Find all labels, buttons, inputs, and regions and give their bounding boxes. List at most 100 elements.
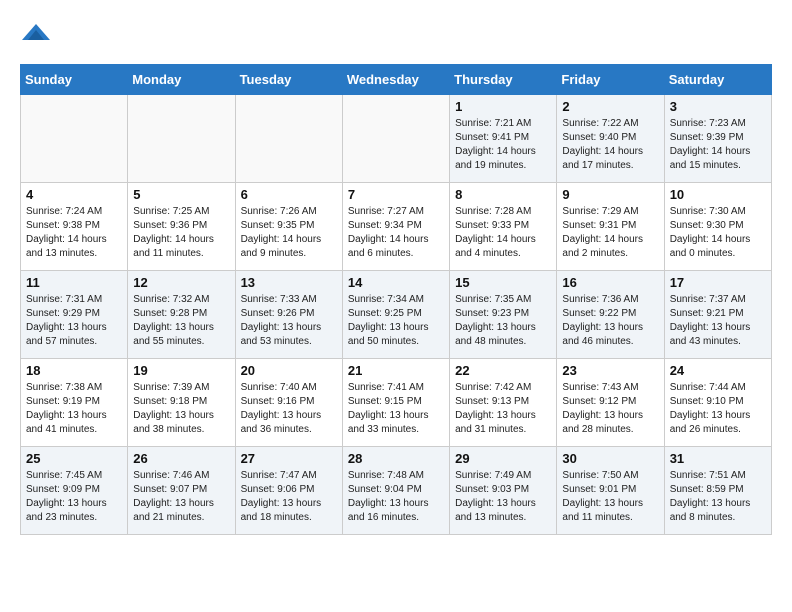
day-info: Sunrise: 7:41 AMSunset: 9:15 PMDaylight:…: [348, 381, 444, 437]
day-number: 16: [562, 275, 658, 290]
calendar-cell: [342, 95, 449, 183]
calendar-cell: 1 Sunrise: 7:21 AMSunset: 9:41 PMDaylight…: [450, 95, 557, 183]
weekday-header-tuesday: Tuesday: [235, 65, 342, 95]
calendar-cell: 24Sunrise: 7:44 AMSunset: 9:10 PMDayligh…: [664, 359, 771, 447]
calendar-cell: 27 Sunrise: 7:47 AMSunset: 9:06 PMDayligh…: [235, 447, 342, 535]
day-info: Sunrise: 7:21 AMSunset: 9:41 PMDaylight:…: [455, 117, 551, 173]
day-info: Sunrise: 7:29 AMSunset: 9:31 PMDaylight:…: [562, 205, 658, 261]
calendar-cell: 21 Sunrise: 7:41 AMSunset: 9:15 PMDayligh…: [342, 359, 449, 447]
weekday-header-row: SundayMondayTuesdayWednesdayThursdayFrid…: [21, 65, 772, 95]
weekday-header-wednesday: Wednesday: [342, 65, 449, 95]
calendar-cell: 25 Sunrise: 7:45 AMSunset: 9:09 PMDayligh…: [21, 447, 128, 535]
day-number: 19: [133, 363, 229, 378]
calendar-cell: 8 Sunrise: 7:28 AMSunset: 9:33 PMDaylight…: [450, 183, 557, 271]
day-number: 7: [348, 187, 444, 202]
calendar-cell: 26 Sunrise: 7:46 AMSunset: 9:07 PMDayligh…: [128, 447, 235, 535]
day-info: Sunrise: 7:22 AMSunset: 9:40 PMDaylight:…: [562, 117, 658, 173]
calendar-cell: 4Sunrise: 7:24 AMSunset: 9:38 PMDaylight…: [21, 183, 128, 271]
day-info: Sunrise: 7:45 AMSunset: 9:09 PMDaylight:…: [26, 469, 122, 525]
day-number: 5: [133, 187, 229, 202]
day-number: 26: [133, 451, 229, 466]
day-info: Sunrise: 7:50 AMSunset: 9:01 PMDaylight:…: [562, 469, 658, 525]
page-header: [20, 20, 772, 54]
day-info: Sunrise: 7:39 AMSunset: 9:18 PMDaylight:…: [133, 381, 229, 437]
day-number: 10: [670, 187, 766, 202]
day-number: 31: [670, 451, 766, 466]
calendar-table: SundayMondayTuesdayWednesdayThursdayFrid…: [20, 64, 772, 535]
day-number: 13: [241, 275, 337, 290]
day-info: Sunrise: 7:49 AMSunset: 9:03 PMDaylight:…: [455, 469, 551, 525]
day-info: Sunrise: 7:44 AMSunset: 9:10 PMDaylight:…: [670, 381, 766, 437]
calendar-cell: [235, 95, 342, 183]
day-info: Sunrise: 7:24 AMSunset: 9:38 PMDaylight:…: [26, 205, 122, 261]
day-info: Sunrise: 7:25 AMSunset: 9:36 PMDaylight:…: [133, 205, 229, 261]
calendar-cell: 20Sunrise: 7:40 AMSunset: 9:16 PMDayligh…: [235, 359, 342, 447]
calendar-cell: 6Sunrise: 7:26 AMSunset: 9:35 PMDaylight…: [235, 183, 342, 271]
day-number: 18: [26, 363, 122, 378]
logo-icon: [22, 20, 50, 48]
day-number: 12: [133, 275, 229, 290]
day-number: 23: [562, 363, 658, 378]
calendar-cell: 30 Sunrise: 7:50 AMSunset: 9:01 PMDayligh…: [557, 447, 664, 535]
day-info: Sunrise: 7:37 AMSunset: 9:21 PMDaylight:…: [670, 293, 766, 349]
day-info: Sunrise: 7:33 AMSunset: 9:26 PMDaylight:…: [241, 293, 337, 349]
day-number: 30: [562, 451, 658, 466]
day-number: 17: [670, 275, 766, 290]
calendar-cell: 12 Sunrise: 7:32 AMSunset: 9:28 PMDayligh…: [128, 271, 235, 359]
day-number: 22: [455, 363, 551, 378]
weekday-header-friday: Friday: [557, 65, 664, 95]
day-number: 14: [348, 275, 444, 290]
calendar-week-row: 25 Sunrise: 7:45 AMSunset: 9:09 PMDayligh…: [21, 447, 772, 535]
calendar-cell: 23Sunrise: 7:43 AMSunset: 9:12 PMDayligh…: [557, 359, 664, 447]
weekday-header-sunday: Sunday: [21, 65, 128, 95]
calendar-cell: 2Sunrise: 7:22 AMSunset: 9:40 PMDaylight…: [557, 95, 664, 183]
calendar-cell: 13 Sunrise: 7:33 AMSunset: 9:26 PMDayligh…: [235, 271, 342, 359]
day-info: Sunrise: 7:51 AMSunset: 8:59 PMDaylight:…: [670, 469, 766, 525]
calendar-cell: 22 Sunrise: 7:42 AMSunset: 9:13 PMDayligh…: [450, 359, 557, 447]
day-info: Sunrise: 7:42 AMSunset: 9:13 PMDaylight:…: [455, 381, 551, 437]
day-info: Sunrise: 7:34 AMSunset: 9:25 PMDaylight:…: [348, 293, 444, 349]
calendar-cell: 28 Sunrise: 7:48 AMSunset: 9:04 PMDayligh…: [342, 447, 449, 535]
day-number: 1: [455, 99, 551, 114]
calendar-week-row: 11Sunrise: 7:31 AMSunset: 9:29 PMDayligh…: [21, 271, 772, 359]
calendar-cell: 29Sunrise: 7:49 AMSunset: 9:03 PMDayligh…: [450, 447, 557, 535]
calendar-cell: 9 Sunrise: 7:29 AMSunset: 9:31 PMDaylight…: [557, 183, 664, 271]
day-number: 8: [455, 187, 551, 202]
calendar-week-row: 18 Sunrise: 7:38 AMSunset: 9:19 PMDayligh…: [21, 359, 772, 447]
day-info: Sunrise: 7:38 AMSunset: 9:19 PMDaylight:…: [26, 381, 122, 437]
day-number: 21: [348, 363, 444, 378]
day-info: Sunrise: 7:30 AMSunset: 9:30 PMDaylight:…: [670, 205, 766, 261]
day-number: 27: [241, 451, 337, 466]
calendar-cell: 10 Sunrise: 7:30 AMSunset: 9:30 PMDayligh…: [664, 183, 771, 271]
day-info: Sunrise: 7:27 AMSunset: 9:34 PMDaylight:…: [348, 205, 444, 261]
weekday-header-monday: Monday: [128, 65, 235, 95]
day-info: Sunrise: 7:32 AMSunset: 9:28 PMDaylight:…: [133, 293, 229, 349]
calendar-cell: [21, 95, 128, 183]
day-info: Sunrise: 7:28 AMSunset: 9:33 PMDaylight:…: [455, 205, 551, 261]
calendar-cell: 19 Sunrise: 7:39 AMSunset: 9:18 PMDayligh…: [128, 359, 235, 447]
calendar-cell: 17 Sunrise: 7:37 AMSunset: 9:21 PMDayligh…: [664, 271, 771, 359]
day-number: 15: [455, 275, 551, 290]
day-number: 25: [26, 451, 122, 466]
calendar-cell: 18 Sunrise: 7:38 AMSunset: 9:19 PMDayligh…: [21, 359, 128, 447]
day-number: 3: [670, 99, 766, 114]
calendar-week-row: 4Sunrise: 7:24 AMSunset: 9:38 PMDaylight…: [21, 183, 772, 271]
day-number: 28: [348, 451, 444, 466]
logo: [20, 20, 50, 54]
day-number: 11: [26, 275, 122, 290]
day-info: Sunrise: 7:46 AMSunset: 9:07 PMDaylight:…: [133, 469, 229, 525]
calendar-cell: 15Sunrise: 7:35 AMSunset: 9:23 PMDayligh…: [450, 271, 557, 359]
day-number: 6: [241, 187, 337, 202]
day-info: Sunrise: 7:36 AMSunset: 9:22 PMDaylight:…: [562, 293, 658, 349]
day-info: Sunrise: 7:47 AMSunset: 9:06 PMDaylight:…: [241, 469, 337, 525]
weekday-header-saturday: Saturday: [664, 65, 771, 95]
calendar-cell: 11Sunrise: 7:31 AMSunset: 9:29 PMDayligh…: [21, 271, 128, 359]
day-info: Sunrise: 7:48 AMSunset: 9:04 PMDaylight:…: [348, 469, 444, 525]
calendar-cell: [128, 95, 235, 183]
calendar-week-row: 1 Sunrise: 7:21 AMSunset: 9:41 PMDaylight…: [21, 95, 772, 183]
calendar-cell: 31 Sunrise: 7:51 AMSunset: 8:59 PMDayligh…: [664, 447, 771, 535]
day-number: 9: [562, 187, 658, 202]
calendar-cell: 14 Sunrise: 7:34 AMSunset: 9:25 PMDayligh…: [342, 271, 449, 359]
weekday-header-thursday: Thursday: [450, 65, 557, 95]
calendar-cell: 16 Sunrise: 7:36 AMSunset: 9:22 PMDayligh…: [557, 271, 664, 359]
